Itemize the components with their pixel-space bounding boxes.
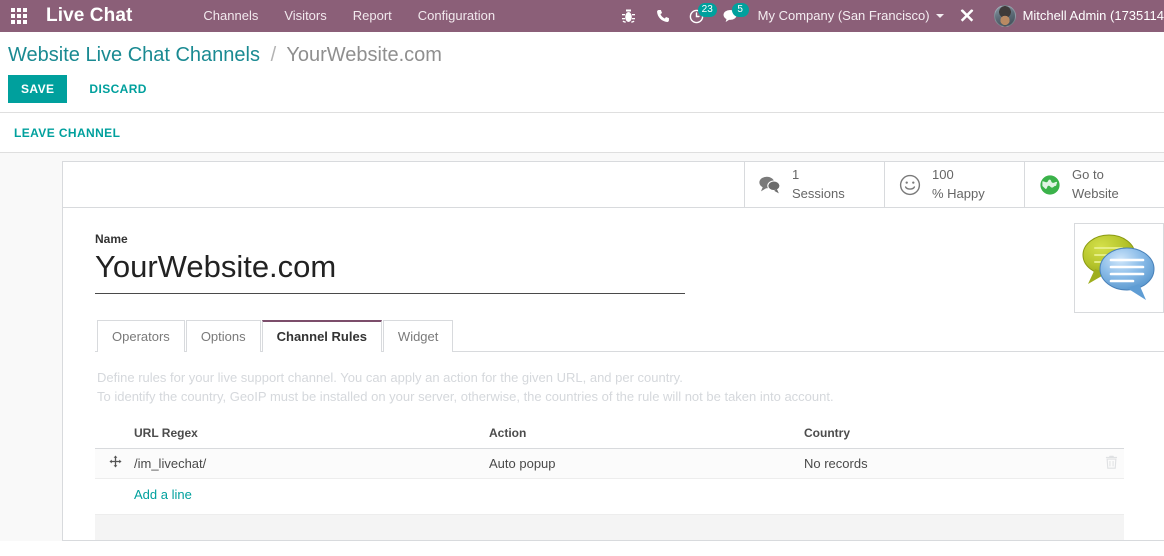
trash-icon[interactable] [1105,455,1118,472]
company-switcher[interactable]: My Company (San Francisco) [748,0,950,32]
table-header-row: URL Regex Action Country [95,420,1124,449]
smiley-icon [897,172,923,198]
stat-happy-label: % Happy [932,185,985,201]
tab-operators[interactable]: Operators [97,320,185,352]
tab-options[interactable]: Options [185,320,261,352]
notebook: Operators Options Channel Rules Widget D… [95,320,1164,540]
cell-url-regex[interactable]: /im_livechat/ [128,448,483,479]
channel-rules-list: URL Regex Action Country /im_livechat/ A… [95,420,1124,540]
name-input[interactable] [95,249,685,294]
column-header-country[interactable]: Country [798,420,1090,449]
chevron-down-icon [935,14,944,18]
menu-item-configuration[interactable]: Configuration [405,0,508,32]
messages-count-badge: 5 [731,3,749,17]
row-delete-cell[interactable] [1090,448,1124,479]
add-line-spacer [95,478,128,508]
company-switcher-label: My Company (San Francisco) [757,8,930,23]
stat-button-happy[interactable]: 100 % Happy [884,162,1024,207]
breadcrumb-root[interactable]: Website Live Chat Channels [8,44,260,66]
table-head: URL Regex Action Country [95,420,1124,449]
channel-rules-hint-line-2: To identify the country, GeoIP must be i… [97,388,834,404]
bug-icon[interactable] [612,0,646,32]
stat-button-go-to-website[interactable]: Go to Website [1024,162,1164,207]
cell-action[interactable]: Auto popup [483,448,798,479]
leave-channel-button[interactable]: LEAVE CHANNEL [14,126,120,140]
record-action-buttons: SAVE DISCARD [0,75,1164,112]
breadcrumb: Website Live Chat Channels / YourWebsite… [0,32,1164,75]
name-field-group: Name [63,208,1164,294]
channel-rules-table: URL Regex Action Country /im_livechat/ A… [95,420,1124,508]
stat-button-sessions[interactable]: 1 Sessions [744,162,884,207]
discard-button[interactable]: DISCARD [76,75,159,103]
column-header-handle [95,420,128,449]
notebook-tabs: Operators Options Channel Rules Widget [95,320,1164,352]
menu-item-report[interactable]: Report [340,0,405,32]
user-avatar[interactable] [993,5,1016,27]
form-view-background: 1 Sessions 100 % Happy Go to Website Nam… [0,153,1164,541]
action-bar: LEAVE CHANNEL [0,113,1164,153]
name-field-label: Name [95,232,128,246]
debug-tools-icon[interactable] [950,0,984,32]
row-drag-cell[interactable] [95,448,128,479]
apps-grid-glyph [11,8,27,24]
channel-image[interactable] [1074,223,1164,313]
stat-sessions-value: 1 [792,167,800,183]
cell-country[interactable]: No records [798,448,1090,479]
list-footer [95,513,1124,540]
menu-item-channels[interactable]: Channels [190,0,271,32]
main-menu: Channels Visitors Report Configuration [190,0,508,32]
app-brand-title[interactable]: Live Chat [38,5,138,27]
stat-website-value: Go to [1072,167,1104,183]
menu-item-visitors[interactable]: Visitors [271,0,339,32]
tab-pane-channel-rules: Define rules for your live support chann… [95,352,1164,540]
chat-bubbles-icon [757,172,783,198]
column-header-url-regex[interactable]: URL Regex [128,420,483,449]
tab-channel-rules[interactable]: Channel Rules [261,320,382,352]
stat-button-happy-text: 100 % Happy [932,166,985,203]
channel-rules-hint-line-1: Define rules for your live support chann… [97,369,683,385]
column-header-action[interactable]: Action [483,420,798,449]
stat-button-sessions-text: 1 Sessions [792,166,845,203]
stat-button-box: 1 Sessions 100 % Happy Go to Website [63,162,1164,208]
top-navbar: Live Chat Channels Visitors Report Confi… [0,0,1164,32]
column-header-delete [1090,420,1124,449]
table-row[interactable]: /im_livechat/ Auto popup No records [95,448,1124,479]
stat-button-website-text: Go to Website [1072,166,1119,203]
apps-menu-icon[interactable] [0,0,38,32]
control-panel: Website Live Chat Channels / YourWebsite… [0,32,1164,113]
messaging-chat-icon[interactable]: 5 [714,0,749,32]
add-a-line-button[interactable]: Add a line [134,487,192,502]
drag-handle-icon[interactable] [109,455,122,470]
save-button[interactable]: SAVE [8,75,68,103]
form-sheet: 1 Sessions 100 % Happy Go to Website Nam… [62,161,1164,541]
breadcrumb-separator: / [270,44,277,66]
table-body: /im_livechat/ Auto popup No records Add … [95,448,1124,508]
phone-icon[interactable] [646,0,680,32]
activities-clock-icon[interactable]: 23 [680,0,717,32]
add-line-cell[interactable]: Add a line [128,478,1124,508]
stat-website-label: Website [1072,185,1119,201]
user-menu-label[interactable]: Mitchell Admin (1735114 [1023,0,1164,32]
tab-widget[interactable]: Widget [382,320,454,352]
add-line-row: Add a line [95,478,1124,508]
globe-icon [1037,172,1063,198]
stat-happy-value: 100 [932,167,954,183]
stat-sessions-label: Sessions [792,185,845,201]
breadcrumb-current: YourWebsite.com [286,44,442,66]
navbar-right-group: 23 5 My Company (San Francisco) Mitchell… [612,0,1164,32]
